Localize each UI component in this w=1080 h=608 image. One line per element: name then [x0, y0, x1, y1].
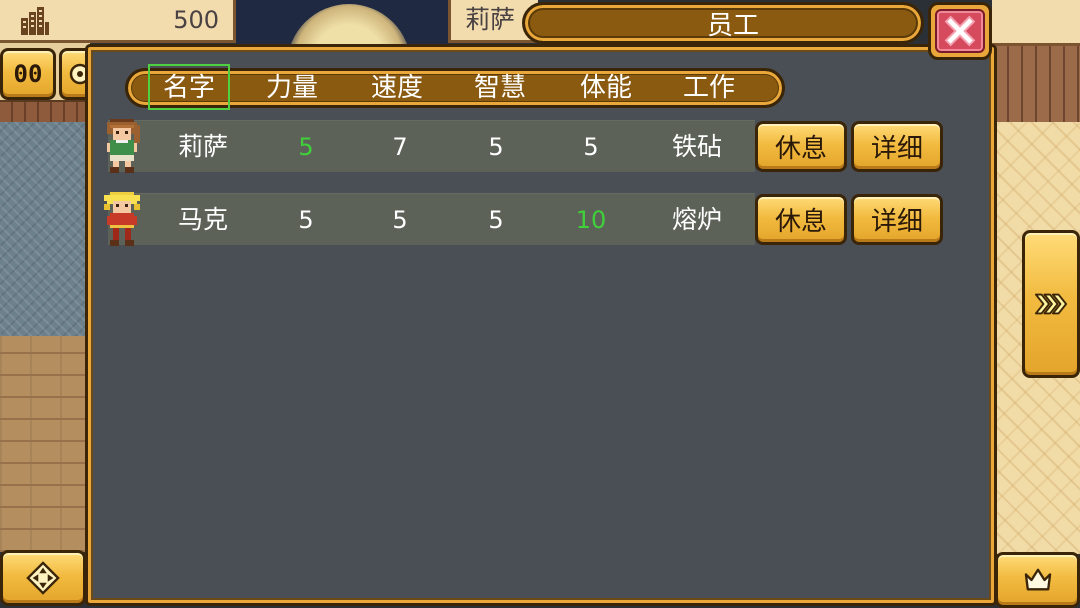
column-header-wisdom[interactable]: 智慧 [460, 68, 540, 108]
stat-wisdom: 5 [488, 133, 504, 161]
close-icon [943, 14, 977, 48]
background-tab-label: 莉萨 [465, 5, 516, 34]
resource-bar: 500 [0, 0, 236, 43]
close-button-face [935, 9, 985, 53]
stat-stamina: 5 [583, 133, 599, 161]
column-header-speed[interactable]: 速度 [357, 68, 437, 108]
column-header-stamina[interactable]: 体能 [566, 68, 646, 108]
girl-avatar-icon [104, 119, 140, 173]
crown-icon [1023, 567, 1053, 593]
stat-stamina: 10 [575, 206, 607, 234]
window-title-bar: 员工 [522, 2, 924, 44]
column-header-name[interactable]: 名字 [148, 64, 230, 110]
rest-button[interactable]: 休息 [755, 121, 847, 172]
stat-wisdom: 5 [488, 206, 504, 234]
speed-button-label: 00 [13, 60, 43, 88]
building-icon [20, 6, 50, 36]
detail-button-label: 详细 [870, 134, 923, 164]
stat-speed: 5 [392, 206, 408, 234]
game-world-sky [235, 0, 448, 46]
dpad-icon [26, 561, 60, 595]
detail-button[interactable]: 详细 [851, 121, 943, 172]
column-header-job[interactable]: 工作 [669, 68, 749, 108]
boy-avatar-icon [104, 192, 140, 246]
stat-speed: 7 [392, 133, 408, 161]
employee-job: 熔炉 [671, 205, 722, 234]
column-header-strength[interactable]: 力量 [252, 68, 332, 108]
menu-button[interactable] [995, 552, 1080, 608]
next-button[interactable] [1022, 230, 1080, 378]
employee-row: 马克 5 5 5 10 熔炉 休息 详细 [104, 192, 943, 246]
left-wood-wall [0, 100, 90, 122]
employee-name: 马克 [177, 205, 228, 234]
moon [287, 4, 411, 46]
right-wood-wall [995, 46, 1080, 122]
detail-button-label: 详细 [870, 207, 923, 237]
rest-button[interactable]: 休息 [755, 194, 847, 245]
move-button[interactable] [0, 550, 86, 606]
employee-job: 铁砧 [671, 132, 722, 161]
close-button[interactable] [928, 2, 992, 60]
speed-button[interactable]: 00 [0, 48, 56, 100]
left-brick-floor [0, 336, 90, 552]
stat-strength: 5 [298, 206, 314, 234]
top-right-bar [992, 0, 1080, 46]
rest-button-label: 休息 [774, 134, 827, 164]
employee-panel: 名字 力量 速度 智慧 体能 工作 莉萨 5 7 5 5 铁砧 休息 详细 马克… [85, 44, 997, 606]
window-title: 员工 [706, 10, 759, 41]
detail-button[interactable]: 详细 [851, 194, 943, 245]
stat-strength: 5 [298, 133, 314, 161]
rest-button-label: 休息 [774, 207, 827, 237]
employee-name: 莉萨 [177, 132, 228, 161]
left-stone-floor [0, 122, 90, 336]
resource-value: 500 [173, 6, 219, 34]
chevron-right-icon [1034, 292, 1068, 316]
employee-row: 莉萨 5 7 5 5 铁砧 休息 详细 [107, 119, 943, 173]
